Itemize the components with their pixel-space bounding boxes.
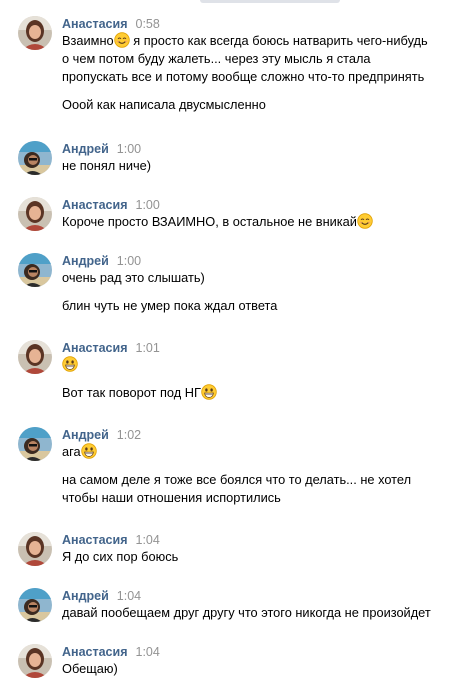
message-header: Андрей 1:00 xyxy=(62,253,141,269)
avatar[interactable] xyxy=(18,427,52,461)
author-name[interactable]: Андрей xyxy=(62,589,109,603)
avatar[interactable] xyxy=(18,340,52,374)
message-header: Анастасия 1:04 xyxy=(62,532,160,548)
message-text-content: Вот так поворот под НГ xyxy=(62,385,201,400)
avatar[interactable] xyxy=(18,141,52,175)
message-text-content: ага xyxy=(62,444,81,459)
message-text: Взаимно я просто как всегда боюсь натвар… xyxy=(62,32,428,50)
message-text-content: на самом деле я тоже все боялся что то д… xyxy=(62,472,412,487)
message-text: Короче просто ВЗАИМНО, в остальное не вн… xyxy=(62,213,373,231)
top-scroll-indicator xyxy=(200,0,340,3)
avatar[interactable] xyxy=(18,532,52,566)
message-header: Андрей 1:00 xyxy=(62,141,141,157)
message-header: Анастасия 1:00 xyxy=(62,197,160,213)
message-header: Андрей 1:02 xyxy=(62,427,141,443)
message-time[interactable]: 1:00 xyxy=(117,254,141,268)
grinning-emoji-icon xyxy=(62,356,78,372)
avatar[interactable] xyxy=(18,588,52,622)
smiling-emoji-icon xyxy=(113,32,130,48)
message-text: Я до сих пор боюсь xyxy=(62,548,178,566)
author-name[interactable]: Анастасия xyxy=(62,645,128,659)
message-text: блин чуть не умер пока ждал ответа xyxy=(62,297,277,315)
message-text-content: Короче просто ВЗАИМНО, в остальное не вн… xyxy=(62,214,357,229)
grinning-emoji-icon xyxy=(80,443,97,459)
message-text-continuation: я просто как всегда боюсь натварить чего… xyxy=(129,33,428,48)
message-time[interactable]: 1:04 xyxy=(136,533,160,547)
message-text xyxy=(62,356,78,374)
author-name[interactable]: Анастасия xyxy=(62,533,128,547)
message-text: не понял ниче) xyxy=(62,157,151,175)
message-header: Анастасия 1:01 xyxy=(62,340,160,356)
message-text-content: не понял ниче) xyxy=(62,158,152,173)
message-time[interactable]: 1:01 xyxy=(136,341,160,355)
message-time[interactable]: 0:58 xyxy=(136,17,160,31)
avatar[interactable] xyxy=(18,16,52,50)
avatar[interactable] xyxy=(18,644,52,678)
message-text-content: очень рад это слышать) xyxy=(62,270,205,285)
message-time[interactable]: 1:02 xyxy=(117,428,141,442)
message-text: давай пообещаем друг другу что этого ник… xyxy=(62,604,431,622)
message-text-content: блин чуть не умер пока ждал ответа xyxy=(62,298,278,313)
message-text: ага xyxy=(62,443,97,461)
message-text-content: давай пообещаем друг другу что этого ник… xyxy=(62,605,431,620)
message-text-content: чтобы наши отношения испортились xyxy=(62,490,281,505)
message-header: Андрей 1:04 xyxy=(62,588,141,604)
author-name[interactable]: Андрей xyxy=(62,142,109,156)
author-name[interactable]: Анастасия xyxy=(62,17,128,31)
author-name[interactable]: Андрей xyxy=(62,254,109,268)
avatar[interactable] xyxy=(18,253,52,287)
message-text: на самом деле я тоже все боялся что то д… xyxy=(62,471,411,489)
author-name[interactable]: Анастасия xyxy=(62,198,128,212)
message-text: Вот так поворот под НГ xyxy=(62,384,217,402)
message-text: очень рад это слышать) xyxy=(62,269,205,287)
message-text: чтобы наши отношения испортились xyxy=(62,489,281,507)
message-text-content: Я до сих пор боюсь xyxy=(62,549,179,564)
smiling-emoji-icon xyxy=(357,213,373,229)
message-text-content: пропускать все и потому вообще сложно чт… xyxy=(62,69,425,84)
message-text: о чем потом буду жалеть... через эту мыс… xyxy=(62,50,371,68)
message-time[interactable]: 1:00 xyxy=(117,142,141,156)
message-time[interactable]: 1:04 xyxy=(136,645,160,659)
message-header: Анастасия 1:04 xyxy=(62,644,160,660)
message-text: пропускать все и потому вообще сложно чт… xyxy=(62,68,424,86)
message-text-content: Ооой как написала двусмысленно xyxy=(62,97,266,112)
message-time[interactable]: 1:00 xyxy=(136,198,160,212)
message-header: Анастасия 0:58 xyxy=(62,16,160,32)
message-text-content: Обещаю) xyxy=(62,661,118,676)
avatar[interactable] xyxy=(18,197,52,231)
message-text: Обещаю) xyxy=(62,660,118,678)
author-name[interactable]: Анастасия xyxy=(62,341,128,355)
message-text-content: Взаимно xyxy=(62,33,114,48)
author-name[interactable]: Андрей xyxy=(62,428,109,442)
message-text: Ооой как написала двусмысленно xyxy=(62,96,266,114)
grinning-emoji-icon xyxy=(201,384,217,400)
message-text-content: о чем потом буду жалеть... через эту мыс… xyxy=(62,51,371,66)
message-time[interactable]: 1:04 xyxy=(117,589,141,603)
